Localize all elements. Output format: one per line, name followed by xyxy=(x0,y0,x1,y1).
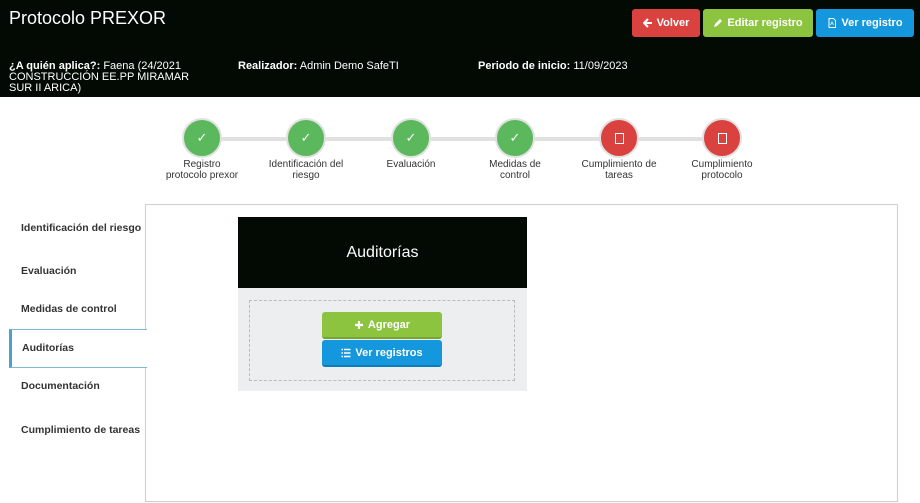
pencil-icon xyxy=(714,19,723,27)
check-icon: ✓ xyxy=(495,118,535,158)
applies-to-info: ¿A quién aplica?: Faena (24/2021 CONSTRU… xyxy=(9,61,209,94)
header-bar: Protocolo PREXOR Volver Editar registro … xyxy=(0,0,920,97)
section-sidebar: Identificación del riesgo Evaluación Med… xyxy=(9,204,147,454)
realizer-value: Admin Demo SafeTI xyxy=(299,60,399,72)
step-label: Cumplimiento de tareas xyxy=(581,159,657,181)
check-icon: ✓ xyxy=(391,118,431,158)
edit-record-button-label: Editar registro xyxy=(727,17,803,29)
step-label: Evaluación xyxy=(386,159,436,170)
start-period-label: Periodo de inicio: xyxy=(478,60,571,72)
step-cumplimiento-tareas[interactable]: Cumplimiento de tareas xyxy=(579,118,659,181)
edit-record-button[interactable]: Editar registro xyxy=(703,9,813,37)
plus-icon xyxy=(354,320,363,329)
check-icon: ✓ xyxy=(182,118,222,158)
sidebar-item-medidas[interactable]: Medidas de control xyxy=(9,291,146,330)
view-records-button[interactable]: Ver registros xyxy=(322,340,442,367)
realizer-label: Realizador: xyxy=(238,60,298,72)
step-registro-protocolo[interactable]: ✓ Registro protocolo prexor xyxy=(162,118,242,181)
pending-icon xyxy=(599,118,639,158)
audits-card-title: Auditorías xyxy=(238,217,527,288)
sidebar-item-cumplimiento[interactable]: Cumplimiento de tareas xyxy=(9,406,146,454)
step-label: Registro protocolo prexor xyxy=(165,159,239,181)
list-icon xyxy=(341,348,351,357)
sidebar-item-identificacion[interactable]: Identificación del riesgo xyxy=(9,204,146,252)
back-button-label: Volver xyxy=(656,17,690,29)
add-button-label: Agregar xyxy=(367,318,411,331)
back-button[interactable]: Volver xyxy=(632,9,700,37)
sidebar-item-evaluacion[interactable]: Evaluación xyxy=(9,252,146,291)
audits-card-actions: Agregar Ver registros xyxy=(249,300,515,381)
step-label: Medidas de control xyxy=(489,159,541,181)
check-icon: ✓ xyxy=(286,118,326,158)
audits-card: Auditorías Agregar Ver registros xyxy=(238,217,527,391)
sidebar-item-documentacion[interactable]: Documentación xyxy=(9,368,146,407)
progress-stepper: ✓ Registro protocolo prexor ✓ Identifica… xyxy=(0,118,920,198)
content-panel: Auditorías Agregar Ver registros xyxy=(145,204,898,502)
start-period-info: Periodo de inicio: 11/09/2023 xyxy=(478,61,628,72)
step-label: Identificación del riesgo xyxy=(268,159,344,181)
view-record-button[interactable]: Ver registro xyxy=(816,9,914,37)
step-cumplimiento-protocolo[interactable]: Cumplimiento protocolo xyxy=(682,118,762,181)
step-evaluacion[interactable]: ✓ Evaluación xyxy=(371,118,451,170)
page-title: Protocolo PREXOR xyxy=(9,8,167,28)
step-identificacion-riesgo[interactable]: ✓ Identificación del riesgo xyxy=(266,118,346,181)
step-label: Cumplimiento protocolo xyxy=(691,159,753,181)
pdf-file-icon xyxy=(828,18,837,28)
view-records-button-label: Ver registros xyxy=(355,346,423,359)
add-button[interactable]: Agregar xyxy=(322,312,442,339)
realizer-info: Realizador: Admin Demo SafeTI xyxy=(238,61,399,72)
pending-icon xyxy=(702,118,742,158)
view-record-button-label: Ver registro xyxy=(841,17,903,29)
sidebar-item-auditorias[interactable]: Auditorías xyxy=(9,329,147,368)
step-medidas-control[interactable]: ✓ Medidas de control xyxy=(475,118,555,181)
start-period-value: 11/09/2023 xyxy=(573,60,628,72)
arrow-left-icon xyxy=(642,18,652,28)
